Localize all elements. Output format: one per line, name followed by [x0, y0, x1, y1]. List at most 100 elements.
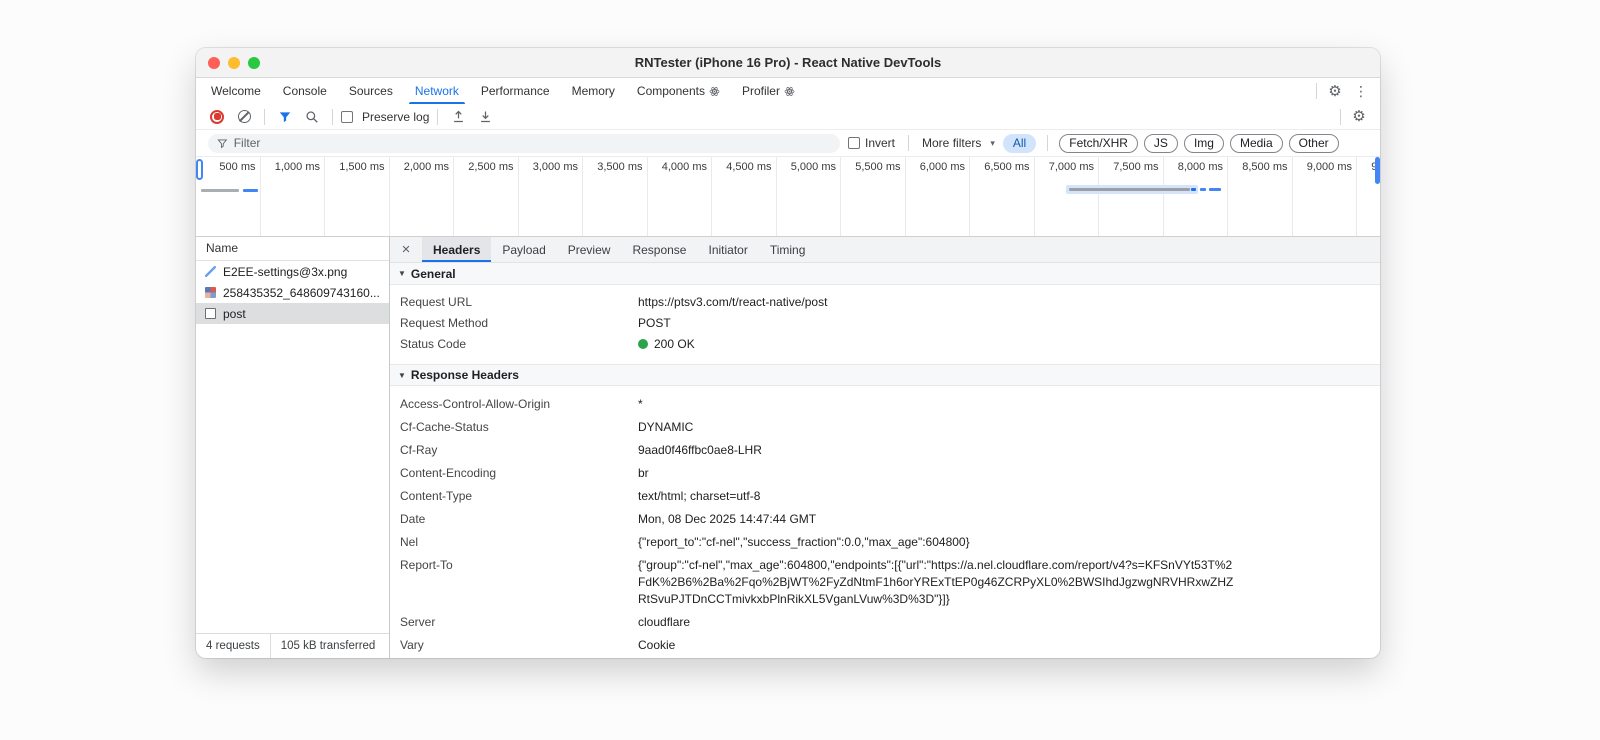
detail-tab[interactable]: Initiator: [697, 237, 758, 262]
divider: [1340, 108, 1341, 125]
timeline-tick-label: 9,000 ms: [1306, 161, 1352, 173]
header-row: Request Method POST: [390, 313, 1380, 334]
devtools-tab[interactable]: Performance: [470, 78, 561, 104]
request-row[interactable]: 258435352_648609743160...: [196, 282, 389, 303]
minimize-window-button[interactable]: [228, 56, 240, 69]
network-content: Name E2EE-settings@3x.png 258435352_6486…: [196, 237, 1380, 658]
window-title: RNTester (iPhone 16 Pro) - React Native …: [634, 55, 942, 70]
devtools-tab-label: Welcome: [211, 84, 261, 98]
close-window-button[interactable]: [208, 56, 220, 69]
devtools-tab[interactable]: Sources: [338, 78, 404, 104]
detail-tab[interactable]: Headers: [422, 237, 492, 262]
tab-bar-actions: ⚙ ⋮: [1311, 78, 1380, 104]
devtools-tab[interactable]: Components: [626, 78, 731, 104]
header-value-text: 9aad0f46ffbc0ae8-LHR: [638, 443, 762, 457]
timeline-tick-label: 1,500 ms: [339, 161, 385, 173]
detail-tab[interactable]: Timing: [759, 237, 817, 262]
invert-filter-toggle[interactable]: Invert: [848, 136, 895, 150]
timeline-column: 4,000 ms: [648, 157, 712, 236]
invert-checkbox[interactable]: [848, 137, 860, 149]
timeline-tick-label: 500 ms: [219, 161, 256, 173]
type-chip[interactable]: Other: [1288, 133, 1339, 153]
react-atom-icon: [709, 86, 720, 97]
waterfall-bar-selected-end: [1191, 188, 1196, 191]
request-row[interactable]: E2EE-settings@3x.png: [196, 261, 389, 282]
request-type-icon: [205, 308, 216, 319]
detail-tab[interactable]: Response: [621, 237, 697, 262]
header-name: Access-Control-Allow-Origin: [400, 397, 551, 411]
type-chip[interactable]: All: [1002, 133, 1037, 153]
header-value-text: text/html; charset=utf-8: [638, 489, 761, 503]
devtools-tab-label: Components: [636, 84, 705, 98]
devtools-window: RNTester (iPhone 16 Pro) - React Native …: [196, 48, 1380, 658]
devtools-tab[interactable]: Memory: [561, 78, 626, 104]
record-network-log-button[interactable]: [205, 106, 229, 128]
divider: [1047, 135, 1049, 151]
header-value-text: {"group":"cf-nel","max_age":604800,"endp…: [638, 558, 1234, 606]
preserve-log-label: Preserve log: [362, 109, 430, 124]
header-value-text: *: [638, 397, 643, 411]
type-chip[interactable]: JS: [1143, 133, 1178, 153]
timeline-column: 7,500 ms: [1099, 157, 1164, 236]
devtools-tab[interactable]: Welcome: [200, 78, 272, 104]
timeline-tick-label: 8,000 ms: [1177, 161, 1223, 173]
header-value: POST: [638, 315, 1238, 332]
header-name: Server: [400, 615, 436, 629]
request-name: post: [223, 306, 246, 321]
more-filters-dropdown[interactable]: More filters ▾: [922, 136, 995, 150]
header-value-text: POST: [638, 316, 671, 330]
close-detail-icon[interactable]: ×: [390, 237, 422, 262]
request-name: E2EE-settings@3x.png: [223, 264, 348, 279]
chevron-down-icon: ▾: [990, 137, 995, 148]
header-value-text: https://ptsv3.com/t/react-native/post: [638, 295, 828, 309]
detail-tab[interactable]: Preview: [557, 237, 622, 262]
filter-input-box[interactable]: [208, 133, 840, 153]
devtools-tab[interactable]: Console: [272, 78, 338, 104]
timeline-column: 7,000 ms: [1035, 157, 1099, 236]
header-name: Content-Type: [400, 489, 473, 503]
request-row[interactable]: post: [196, 303, 389, 324]
type-chip[interactable]: Fetch/XHR: [1059, 133, 1138, 153]
overview-left-resize-handle[interactable]: [196, 159, 203, 180]
header-value: Mon, 08 Dec 2025 14:47:44 GMT: [638, 511, 1238, 528]
header-row: Status Code 200 OK: [390, 334, 1380, 355]
header-value-text: br: [638, 466, 649, 480]
response-headers-section-header[interactable]: ▼ Response Headers: [390, 364, 1380, 386]
waterfall-bar-early-blue: [243, 189, 258, 192]
timeline-tick-label: 2,500 ms: [468, 161, 514, 173]
waterfall-bar-selected-gray: [1069, 188, 1190, 191]
export-har-icon[interactable]: [473, 106, 497, 128]
network-overview-timeline: 500 ms 1,000 ms 1,500 ms 2,000 ms 2,500 …: [196, 157, 1380, 237]
search-icon[interactable]: [300, 106, 324, 128]
request-count: 4 requests: [206, 640, 260, 652]
zoom-window-button[interactable]: [248, 56, 260, 69]
timeline-column: 2,000 ms: [390, 157, 454, 236]
preserve-log-toggle[interactable]: Preserve log: [341, 110, 429, 124]
timeline-tick-label: 7,000 ms: [1048, 161, 1094, 173]
general-section-header[interactable]: ▼ General: [390, 263, 1380, 285]
request-list-pane: Name E2EE-settings@3x.png 258435352_6486…: [196, 237, 390, 658]
network-settings-gear-icon[interactable]: ⚙: [1346, 105, 1372, 129]
timeline-column: 5,500 ms: [841, 157, 906, 236]
filter-funnel-icon[interactable]: [273, 106, 297, 128]
type-chip[interactable]: Media: [1229, 133, 1283, 153]
devtools-tab[interactable]: Network: [404, 78, 470, 104]
preserve-log-checkbox[interactable]: [341, 110, 353, 123]
overview-right-resize-handle[interactable]: [1375, 157, 1380, 184]
divider: [1316, 83, 1317, 99]
timeline-column: 1,000 ms: [261, 157, 325, 236]
type-chip[interactable]: Img: [1183, 133, 1224, 153]
header-row: Cf-Cache-Status DYNAMIC: [390, 416, 1380, 439]
settings-gear-icon[interactable]: ⚙: [1322, 79, 1348, 103]
detail-tab[interactable]: Payload: [491, 237, 556, 262]
clear-network-log-button[interactable]: [232, 106, 256, 128]
name-column-header[interactable]: Name: [196, 237, 389, 261]
devtools-tab[interactable]: Profiler: [731, 78, 806, 104]
more-options-kebab-icon[interactable]: ⋮: [1348, 79, 1374, 103]
import-har-icon[interactable]: [446, 106, 470, 128]
header-row: Access-Control-Allow-Origin *: [390, 393, 1380, 416]
filter-input[interactable]: [233, 136, 831, 150]
header-value-text: DYNAMIC: [638, 420, 694, 434]
timeline-tick-label: 5,500 ms: [855, 161, 901, 173]
header-value: cloudflare: [638, 614, 1238, 631]
